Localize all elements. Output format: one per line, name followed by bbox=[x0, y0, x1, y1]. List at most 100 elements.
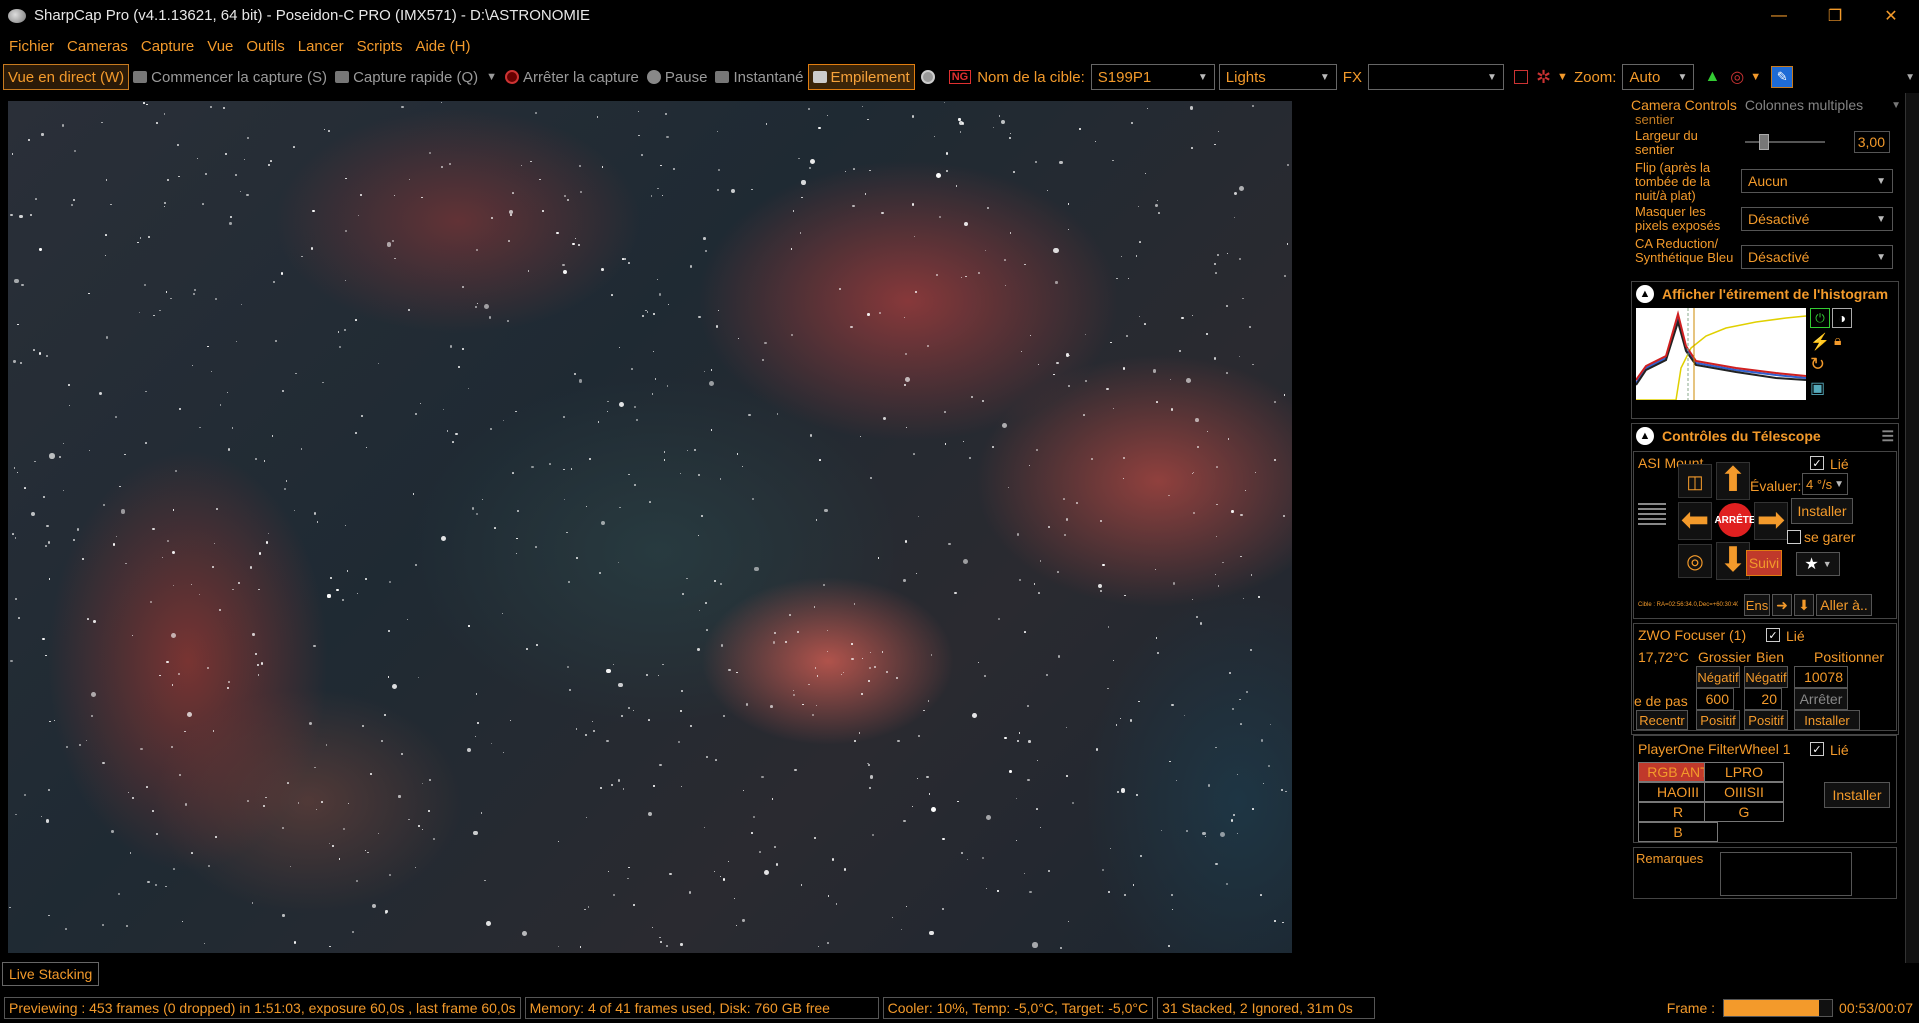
ens-button[interactable]: Ens bbox=[1744, 594, 1770, 616]
star-select[interactable]: ★ ▼ bbox=[1796, 552, 1840, 576]
menu-capture[interactable]: Capture bbox=[141, 38, 194, 55]
coarse-negative-button[interactable]: Négatif bbox=[1696, 666, 1740, 688]
flip-select[interactable]: Aucun ▼ bbox=[1741, 169, 1893, 193]
tab-live-stacking[interactable]: Live Stacking bbox=[2, 962, 100, 986]
tab-camera-controls[interactable]: Camera Controls bbox=[1631, 97, 1737, 113]
sidebar-scrollbar[interactable] bbox=[1905, 93, 1919, 963]
width-slider[interactable] bbox=[1745, 134, 1825, 150]
arrow-down-icon[interactable]: ⬇ bbox=[1716, 542, 1750, 580]
stop-mount-button[interactable]: ARRÊTE bbox=[1714, 503, 1756, 537]
filterwheel-linked-checkbox[interactable]: ✓ bbox=[1810, 742, 1824, 756]
focuser-stop-button[interactable]: Arrêter bbox=[1794, 688, 1848, 710]
chevron-down-icon[interactable]: ▼ bbox=[486, 71, 497, 83]
zoom-select[interactable]: Auto ▼ bbox=[1622, 64, 1695, 90]
chevron-down-icon[interactable]: ▼ bbox=[1557, 71, 1568, 83]
arrow-right-small-icon[interactable]: ➜ bbox=[1772, 594, 1792, 616]
stop-capture-button[interactable]: Arrêter la capture bbox=[501, 64, 643, 90]
filter-oiiisii[interactable]: OIIISII bbox=[1704, 782, 1784, 802]
rate-select[interactable]: 4 °/s ▼ bbox=[1802, 473, 1848, 495]
start-capture-button[interactable]: Commencer la capture (S) bbox=[129, 64, 331, 90]
star bbox=[816, 704, 818, 706]
filter-b[interactable]: B bbox=[1638, 822, 1718, 842]
width-value[interactable]: 3,00 bbox=[1854, 131, 1890, 153]
menu-aide[interactable]: Aide (H) bbox=[415, 38, 470, 55]
arrow-down-small-icon[interactable]: ⬇ bbox=[1794, 594, 1814, 616]
filterwheel-install-button[interactable]: Installer bbox=[1824, 782, 1890, 808]
collapse-icon[interactable]: ▲ bbox=[1636, 285, 1654, 303]
save-icon[interactable]: ▣ bbox=[1810, 378, 1825, 398]
close-button[interactable]: ✕ bbox=[1863, 0, 1919, 31]
star bbox=[859, 435, 862, 438]
histogram-icon[interactable]: NG bbox=[948, 70, 972, 84]
fx-select[interactable]: ▼ bbox=[1367, 64, 1504, 90]
track-button[interactable]: Suivi bbox=[1746, 550, 1782, 576]
crosshair-icon[interactable]: ✲ bbox=[1536, 67, 1551, 88]
star bbox=[215, 507, 218, 510]
ca-select[interactable]: Désactivé ▼ bbox=[1741, 245, 1893, 269]
graph-icon[interactable]: ▲ bbox=[1704, 68, 1720, 86]
power-icon[interactable]: ⏻ bbox=[1810, 308, 1830, 328]
position-value[interactable]: 10078 bbox=[1794, 666, 1848, 688]
timer-icon[interactable]: ◎ bbox=[1730, 67, 1744, 87]
arrow-right-icon[interactable]: ➡ bbox=[1754, 502, 1788, 540]
multi-columns-toggle[interactable]: Colonnes multiples bbox=[1745, 97, 1863, 113]
menu-fichier[interactable]: Fichier bbox=[9, 38, 54, 55]
menu-lancer[interactable]: Lancer bbox=[298, 38, 344, 55]
fine-negative-button[interactable]: Négatif bbox=[1744, 666, 1788, 688]
menu-vue[interactable]: Vue bbox=[207, 38, 233, 55]
filter-lpro[interactable]: LPRO bbox=[1704, 762, 1784, 782]
menu-cameras[interactable]: Cameras bbox=[67, 38, 128, 55]
pin-icon[interactable]: ✎ bbox=[1771, 66, 1794, 88]
dark-frame-icon[interactable] bbox=[920, 70, 935, 84]
star bbox=[1269, 723, 1271, 725]
arrow-left-icon[interactable]: ⬅ bbox=[1678, 502, 1712, 540]
target-icon[interactable]: ◎ bbox=[1678, 544, 1712, 578]
chevron-down-icon[interactable]: ▼ bbox=[1750, 71, 1761, 83]
astro-image[interactable] bbox=[8, 101, 1292, 953]
spiral-icon[interactable]: ◫ bbox=[1678, 464, 1712, 498]
star bbox=[449, 163, 451, 165]
roi-icon[interactable] bbox=[1513, 70, 1528, 84]
coarse-step-field[interactable]: 600 bbox=[1696, 688, 1734, 710]
mount-linked-checkbox[interactable]: ✓ bbox=[1810, 456, 1824, 470]
menu-scripts[interactable]: Scripts bbox=[357, 38, 403, 55]
menu-outils[interactable]: Outils bbox=[246, 38, 284, 55]
star bbox=[172, 684, 174, 686]
contrast-icon[interactable]: ◑ bbox=[1832, 308, 1852, 328]
notes-textarea[interactable] bbox=[1720, 852, 1852, 896]
stacking-button[interactable]: Empilement bbox=[807, 64, 915, 90]
toolbar-overflow-icon[interactable]: ▼ bbox=[1905, 72, 1915, 83]
coarse-positive-button[interactable]: Positif bbox=[1696, 710, 1740, 730]
histogram-chart[interactable] bbox=[1635, 308, 1807, 401]
lock-icon[interactable]: 🔒︎ bbox=[1834, 332, 1841, 349]
park-checkbox[interactable] bbox=[1787, 530, 1801, 544]
focuser-install-button[interactable]: Installer bbox=[1794, 710, 1860, 730]
menu-icon[interactable]: ☰ bbox=[1881, 428, 1894, 445]
fine-positive-button[interactable]: Positif bbox=[1744, 710, 1788, 730]
target-name-select[interactable]: S199P1 ▼ bbox=[1090, 64, 1215, 90]
image-viewport[interactable] bbox=[0, 93, 1625, 963]
star bbox=[231, 427, 234, 430]
chevron-down-icon[interactable]: ▼ bbox=[1891, 100, 1901, 111]
star bbox=[212, 566, 215, 569]
goto-button[interactable]: Aller à.. bbox=[1816, 594, 1872, 616]
reset-icon[interactable]: ↻ bbox=[1810, 354, 1825, 375]
collapse-icon[interactable]: ▲ bbox=[1636, 427, 1654, 445]
filter-g[interactable]: G bbox=[1704, 802, 1784, 822]
live-view-button[interactable]: Vue en direct (W) bbox=[3, 64, 130, 90]
snapshot-button[interactable]: Instantané bbox=[711, 64, 807, 90]
focuser-linked-checkbox[interactable]: ✓ bbox=[1766, 628, 1780, 642]
pause-button[interactable]: Pause bbox=[643, 64, 712, 90]
arrow-up-icon[interactable]: ⬆ bbox=[1716, 462, 1750, 500]
recenter-button[interactable]: Recentr bbox=[1636, 710, 1688, 730]
fine-step-field[interactable]: 20 bbox=[1744, 688, 1782, 710]
quick-capture-button[interactable]: Capture rapide (Q) ▼ bbox=[331, 64, 501, 90]
minimize-button[interactable]: — bbox=[1751, 0, 1807, 31]
star bbox=[209, 105, 213, 109]
mask-select[interactable]: Désactivé ▼ bbox=[1741, 207, 1893, 231]
frame-type-select[interactable]: Lights ▼ bbox=[1218, 64, 1337, 90]
lightning-icon[interactable]: ⚡ bbox=[1810, 332, 1830, 352]
maximize-button[interactable]: ❐ bbox=[1807, 0, 1863, 31]
star bbox=[54, 719, 56, 721]
mount-install-button[interactable]: Installer bbox=[1791, 498, 1853, 524]
